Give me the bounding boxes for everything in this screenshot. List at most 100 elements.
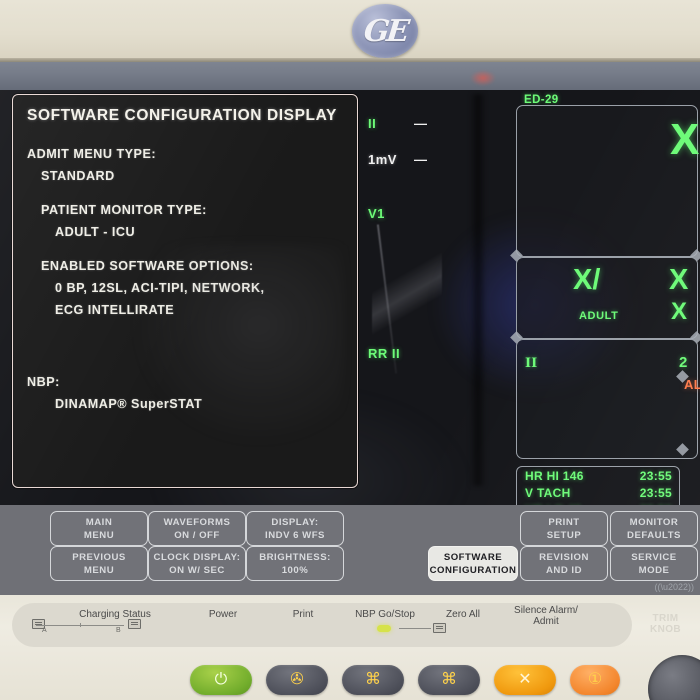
- waveform-label-v1: V1: [368, 206, 385, 221]
- softkey-line1: PREVIOUS: [72, 551, 126, 563]
- softkey-line1: BRIGHTNESS:: [259, 551, 331, 563]
- ecg-parameter-box[interactable]: II 2: [516, 339, 698, 459]
- device-control-panel: Charging Status A B Power Print NBP Go/S…: [0, 595, 700, 700]
- battery-power-icon: [433, 623, 446, 633]
- softkey-line2: MENU: [83, 529, 115, 541]
- nbp-icon: ⌘: [365, 671, 381, 688]
- trim-knob-label-line1: TRIM: [652, 613, 679, 624]
- screen-dark-band: [470, 94, 486, 486]
- silence-alarm-button[interactable]: ✕: [494, 665, 556, 695]
- alarm-log-row[interactable]: V TACH 23:55: [517, 484, 679, 501]
- softkey-line1: WAVEFORMS: [163, 516, 231, 528]
- softkey-line1: MAIN: [85, 516, 113, 528]
- alarm-log-row[interactable]: HR HI 146 23:55: [517, 467, 679, 484]
- software-configuration-dialog: SOFTWARE CONFIGURATION DISPLAY ADMIT MEN…: [12, 94, 358, 488]
- alarm-log-time: 23:55: [639, 485, 672, 500]
- softkey-brightness[interactable]: BRIGHTNESS: 100%: [246, 546, 344, 581]
- softkey-line2: MODE: [638, 564, 670, 576]
- waveform-label-ii: II: [368, 116, 377, 131]
- waveform-dash-ii: —: [414, 116, 427, 131]
- softkey-line2: AND ID: [545, 564, 583, 576]
- softkey-clock-display[interactable]: CLOCK DISPLAY: ON W/ SEC: [148, 546, 246, 581]
- enabled-software-options-line2: ECG INTELLIRATE: [55, 303, 175, 317]
- softkey-line2: SETUP: [546, 529, 582, 541]
- softkey-line2: INDV 6 WFS: [265, 529, 325, 541]
- alarm-log-time: 23:55: [639, 468, 672, 483]
- softkey-main-menu[interactable]: MAIN MENU: [50, 511, 148, 546]
- softkey-revision-and-id[interactable]: REVISION AND ID: [520, 546, 608, 581]
- nbp-extra-value: X: [671, 298, 688, 325]
- softkey-previous-menu[interactable]: PREVIOUS MENU: [50, 546, 148, 581]
- nbp-mean-value: X: [669, 264, 689, 296]
- softkey-line2: ON W/ SEC: [169, 564, 225, 576]
- nbp-parameter-box[interactable]: X/ X X ADULT: [516, 257, 698, 339]
- alarm-log-text: V TACH: [525, 485, 571, 500]
- power-label: Power: [208, 609, 238, 620]
- power-led-icon: [377, 625, 391, 632]
- softkey-service-mode[interactable]: SERVICE MODE: [610, 546, 698, 581]
- softkey-line1: PRINT: [548, 516, 580, 528]
- admit-button[interactable]: ①: [570, 665, 620, 695]
- alarm-status-text: AL: [684, 377, 700, 392]
- softkey-software-configuration[interactable]: SOFTWARE CONFIGURATION: [428, 546, 518, 581]
- ecg-lead-label: II: [525, 356, 538, 371]
- dialog-title: SOFTWARE CONFIGURATION DISPLAY: [27, 107, 337, 124]
- power-scale: [399, 628, 431, 629]
- patient-monitor-type-label: PATIENT MONITOR TYPE:: [41, 203, 207, 217]
- zero-icon: ⌘: [441, 671, 457, 688]
- softkey-monitor-defaults[interactable]: MONITOR DEFAULTS: [610, 511, 698, 546]
- nbp-label: NBP:: [27, 375, 60, 389]
- enabled-software-options-line1: 0 BP, 12SL, ACI-TIPI, NETWORK,: [55, 281, 265, 295]
- charge-label-a: A: [42, 627, 47, 634]
- device-top-chassis: GE: [0, 0, 700, 62]
- hr-value: X: [670, 115, 700, 164]
- ge-logo-text: GE: [361, 13, 409, 49]
- ecg-right-number: 2: [679, 354, 688, 371]
- softkey-line1: SERVICE: [631, 551, 677, 563]
- bezel-reflection: [470, 70, 496, 86]
- admit-menu-type-label: ADMIT MENU TYPE:: [27, 147, 157, 161]
- softkey-line2: CONFIGURATION: [429, 564, 517, 576]
- softkey-line2: ON / OFF: [174, 529, 220, 541]
- softkey-line1: REVISION: [539, 551, 589, 563]
- admit-menu-type-value: STANDARD: [41, 169, 115, 183]
- zero-all-button[interactable]: ⌘: [418, 665, 480, 695]
- silence-alarm-label-1: Silence Alarm/: [514, 605, 578, 616]
- admit-icon: ①: [587, 671, 603, 688]
- softkey-line1: SOFTWARE: [443, 551, 503, 563]
- monitor-screenshot: GE SOFTWARE CONFIGURATION DISPLAY ADMIT …: [0, 0, 700, 700]
- charge-label-b: B: [116, 627, 121, 634]
- trim-knob-label: TRIM KNOB: [650, 613, 681, 635]
- print-button[interactable]: ✇: [266, 665, 328, 695]
- nbp-systolic-diastolic: X/: [573, 264, 601, 296]
- waveform-label-1mv: 1mV: [368, 152, 397, 167]
- softkey-line2: MENU: [83, 564, 115, 576]
- enabled-software-options-label: ENABLED SOFTWARE OPTIONS:: [41, 259, 254, 273]
- softkey-print-setup[interactable]: PRINT SETUP: [520, 511, 608, 546]
- power-button[interactable]: ⏻: [190, 665, 252, 695]
- silence-icon: ✕: [518, 671, 532, 688]
- softkey-line1: CLOCK DISPLAY:: [153, 551, 241, 563]
- trim-knob[interactable]: [648, 655, 700, 700]
- softkey-menu-bar: MAIN MENU WAVEFORMS ON / OFF DISPLAY: IN…: [0, 505, 700, 595]
- nbp-go-stop-button[interactable]: ⌘: [342, 665, 404, 695]
- charge-tick-mid: [80, 623, 81, 627]
- ge-logo-icon: GE: [352, 4, 418, 58]
- power-icon: ⏻: [214, 671, 228, 688]
- battery-b-icon: [128, 619, 141, 629]
- softkey-display-indv-6-wfs[interactable]: DISPLAY: INDV 6 WFS: [246, 511, 344, 546]
- trim-knob-label-line2: KNOB: [650, 624, 682, 635]
- alarm-log-text: HR HI 146: [525, 468, 584, 483]
- softkey-line2: DEFAULTS: [627, 529, 681, 541]
- softkey-waveforms-on-off[interactable]: WAVEFORMS ON / OFF: [148, 511, 246, 546]
- waveform-dash-1mv: —: [414, 152, 427, 167]
- silence-alarm-label-2: Admit: [533, 616, 559, 627]
- hr-parameter-box[interactable]: X: [516, 105, 700, 257]
- print-icon: ✇: [290, 671, 304, 688]
- charging-status-label: Charging Status: [79, 609, 151, 620]
- softkey-line2: 100%: [281, 564, 309, 576]
- patient-monitor-type-value: ADULT - ICU: [55, 225, 136, 239]
- nbp-mode-label: ADULT: [579, 310, 619, 322]
- wifi-icon: ((\u2022)): [654, 582, 694, 592]
- softkey-line1: DISPLAY:: [271, 516, 319, 528]
